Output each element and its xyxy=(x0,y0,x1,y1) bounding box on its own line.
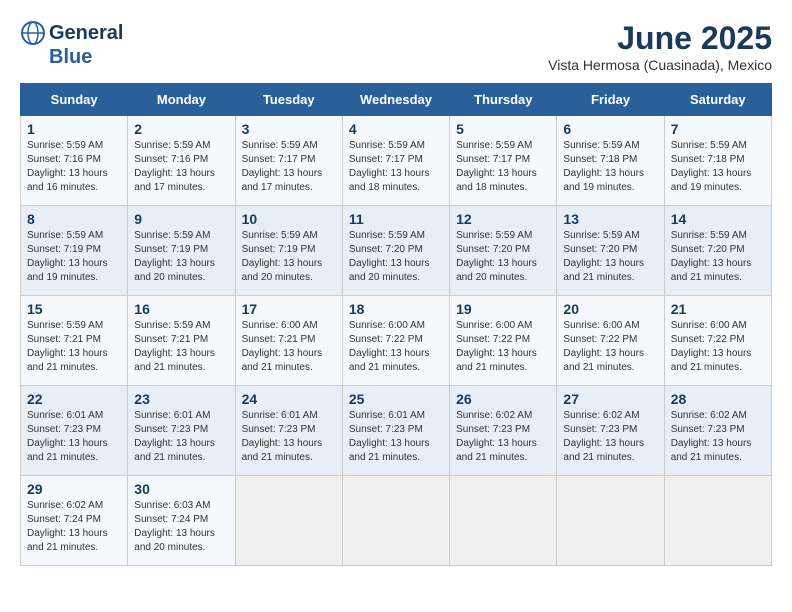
calendar-day-12: 12Sunrise: 5:59 AMSunset: 7:20 PMDayligh… xyxy=(450,206,557,296)
calendar-day-14: 14Sunrise: 5:59 AMSunset: 7:20 PMDayligh… xyxy=(664,206,771,296)
logo-globe-icon xyxy=(20,20,46,46)
day-number: 1 xyxy=(27,121,121,137)
calendar-day-5: 5Sunrise: 5:59 AMSunset: 7:17 PMDaylight… xyxy=(450,116,557,206)
calendar-day-13: 13Sunrise: 5:59 AMSunset: 7:20 PMDayligh… xyxy=(557,206,664,296)
calendar-day-20: 20Sunrise: 6:00 AMSunset: 7:22 PMDayligh… xyxy=(557,296,664,386)
month-title: June 2025 xyxy=(548,20,772,57)
weekday-header-saturday: Saturday xyxy=(664,84,771,116)
calendar-day-16: 16Sunrise: 5:59 AMSunset: 7:21 PMDayligh… xyxy=(128,296,235,386)
calendar-week-1: 1Sunrise: 5:59 AMSunset: 7:16 PMDaylight… xyxy=(21,116,772,206)
weekday-header-sunday: Sunday xyxy=(21,84,128,116)
calendar-day-28: 28Sunrise: 6:02 AMSunset: 7:23 PMDayligh… xyxy=(664,386,771,476)
calendar-day-27: 27Sunrise: 6:02 AMSunset: 7:23 PMDayligh… xyxy=(557,386,664,476)
calendar-day-18: 18Sunrise: 6:00 AMSunset: 7:22 PMDayligh… xyxy=(342,296,449,386)
weekday-header-row: SundayMondayTuesdayWednesdayThursdayFrid… xyxy=(21,84,772,116)
calendar-day-22: 22Sunrise: 6:01 AMSunset: 7:23 PMDayligh… xyxy=(21,386,128,476)
calendar-week-2: 8Sunrise: 5:59 AMSunset: 7:19 PMDaylight… xyxy=(21,206,772,296)
calendar-day-3: 3Sunrise: 5:59 AMSunset: 7:17 PMDaylight… xyxy=(235,116,342,206)
page-header: General Blue June 2025 Vista Hermosa (Cu… xyxy=(20,20,772,73)
calendar-day-2: 2Sunrise: 5:59 AMSunset: 7:16 PMDaylight… xyxy=(128,116,235,206)
logo: General Blue xyxy=(20,20,123,69)
calendar-day-17: 17Sunrise: 6:00 AMSunset: 7:21 PMDayligh… xyxy=(235,296,342,386)
weekday-header-thursday: Thursday xyxy=(450,84,557,116)
title-area: June 2025 Vista Hermosa (Cuasinada), Mex… xyxy=(548,20,772,73)
calendar-week-4: 22Sunrise: 6:01 AMSunset: 7:23 PMDayligh… xyxy=(21,386,772,476)
calendar-day-23: 23Sunrise: 6:01 AMSunset: 7:23 PMDayligh… xyxy=(128,386,235,476)
weekday-header-wednesday: Wednesday xyxy=(342,84,449,116)
calendar-day-29: 29Sunrise: 6:02 AMSunset: 7:24 PMDayligh… xyxy=(21,476,128,566)
calendar-empty-cell xyxy=(235,476,342,566)
calendar-day-21: 21Sunrise: 6:00 AMSunset: 7:22 PMDayligh… xyxy=(664,296,771,386)
calendar-empty-cell xyxy=(450,476,557,566)
calendar-week-5: 29Sunrise: 6:02 AMSunset: 7:24 PMDayligh… xyxy=(21,476,772,566)
weekday-header-monday: Monday xyxy=(128,84,235,116)
calendar-day-7: 7Sunrise: 5:59 AMSunset: 7:18 PMDaylight… xyxy=(664,116,771,206)
calendar-empty-cell xyxy=(342,476,449,566)
calendar-day-25: 25Sunrise: 6:01 AMSunset: 7:23 PMDayligh… xyxy=(342,386,449,476)
location-title: Vista Hermosa (Cuasinada), Mexico xyxy=(548,57,772,73)
calendar-day-30: 30Sunrise: 6:03 AMSunset: 7:24 PMDayligh… xyxy=(128,476,235,566)
calendar-day-26: 26Sunrise: 6:02 AMSunset: 7:23 PMDayligh… xyxy=(450,386,557,476)
calendar-day-10: 10Sunrise: 5:59 AMSunset: 7:19 PMDayligh… xyxy=(235,206,342,296)
calendar-day-24: 24Sunrise: 6:01 AMSunset: 7:23 PMDayligh… xyxy=(235,386,342,476)
calendar-day-6: 6Sunrise: 5:59 AMSunset: 7:18 PMDaylight… xyxy=(557,116,664,206)
calendar-day-15: 15Sunrise: 5:59 AMSunset: 7:21 PMDayligh… xyxy=(21,296,128,386)
calendar-empty-cell xyxy=(557,476,664,566)
calendar-day-9: 9Sunrise: 5:59 AMSunset: 7:19 PMDaylight… xyxy=(128,206,235,296)
calendar-table: SundayMondayTuesdayWednesdayThursdayFrid… xyxy=(20,83,772,566)
calendar-week-3: 15Sunrise: 5:59 AMSunset: 7:21 PMDayligh… xyxy=(21,296,772,386)
calendar-day-4: 4Sunrise: 5:59 AMSunset: 7:17 PMDaylight… xyxy=(342,116,449,206)
calendar-empty-cell xyxy=(664,476,771,566)
calendar-day-8: 8Sunrise: 5:59 AMSunset: 7:19 PMDaylight… xyxy=(21,206,128,296)
calendar-day-19: 19Sunrise: 6:00 AMSunset: 7:22 PMDayligh… xyxy=(450,296,557,386)
calendar-day-1: 1Sunrise: 5:59 AMSunset: 7:16 PMDaylight… xyxy=(21,116,128,206)
calendar-day-11: 11Sunrise: 5:59 AMSunset: 7:20 PMDayligh… xyxy=(342,206,449,296)
weekday-header-tuesday: Tuesday xyxy=(235,84,342,116)
weekday-header-friday: Friday xyxy=(557,84,664,116)
